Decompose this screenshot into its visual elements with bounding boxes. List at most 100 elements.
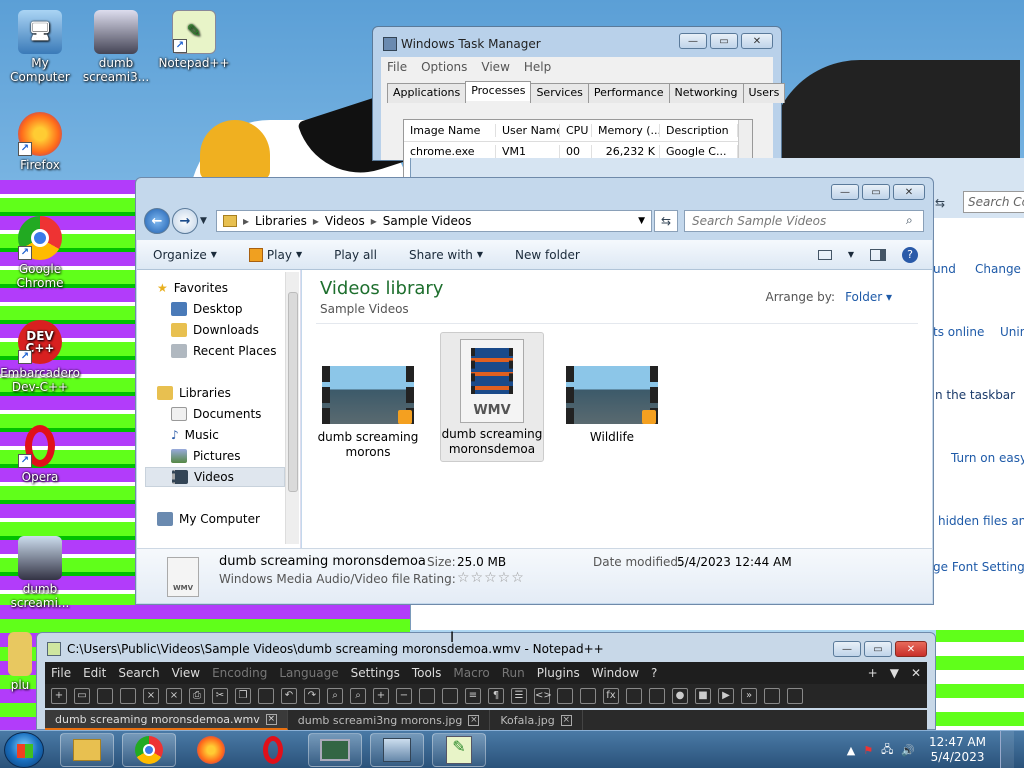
taskbar-explorer[interactable] [60, 733, 114, 767]
sync-horizontal-icon[interactable] [442, 688, 458, 704]
address-bar[interactable]: ▸ Libraries ▸ Videos ▸ Sample Videos ▼ [216, 210, 652, 232]
indent-guide-icon[interactable]: ☰ [511, 688, 527, 704]
column-cpu[interactable]: CPU [560, 124, 592, 137]
column-memory[interactable]: Memory (... [592, 124, 660, 137]
undo-icon[interactable]: ↶ [281, 688, 297, 704]
close-button[interactable]: ✕ [893, 184, 925, 200]
replace-icon[interactable]: ⌕ [350, 688, 366, 704]
explorer-window[interactable]: — ▭ ✕ ← → ▼ ▸ Libraries ▸ Videos ▸ Sampl… [135, 177, 934, 605]
column-image-name[interactable]: Image Name [404, 124, 496, 137]
maximize-button[interactable]: ▭ [864, 641, 892, 657]
desktop-icon-dumb-screami3[interactable]: dumb screami3... [76, 10, 156, 84]
tab-networking[interactable]: Networking [668, 83, 744, 103]
control-panel-link[interactable]: Turn on easy a [951, 451, 1024, 465]
save-all-icon[interactable] [120, 688, 136, 704]
file-item-selected[interactable]: WMV dumb screaming moronsdemoa [440, 332, 544, 462]
menu-plugins[interactable]: Plugins [531, 666, 586, 680]
menu-macro[interactable]: Macro [447, 666, 495, 680]
maximize-button[interactable]: ▭ [862, 184, 890, 200]
file-item[interactable]: Wildlife [560, 330, 664, 460]
column-description[interactable]: Description [660, 124, 738, 137]
chevron-down-icon[interactable]: ▼ [848, 250, 854, 259]
nav-libraries[interactable]: Libraries [157, 383, 305, 403]
menu-tools[interactable]: Tools [406, 666, 448, 680]
control-panel-link[interactable]: und [933, 262, 956, 276]
redo-icon[interactable]: ↷ [304, 688, 320, 704]
desktop-icon-google-chrome[interactable]: ↗ Google Chrome [0, 216, 80, 290]
menu-run[interactable]: Run [496, 666, 531, 680]
new-tab-button[interactable]: + [862, 666, 884, 680]
network-icon[interactable]: 🖧 [881, 741, 893, 760]
control-panel-link[interactable]: ts online [933, 325, 984, 339]
menu-view[interactable]: View [166, 666, 206, 680]
menu-search[interactable]: Search [112, 666, 165, 680]
show-hidden-icons-button[interactable]: ▲ [847, 744, 855, 757]
control-panel-link[interactable]: hidden files and [938, 514, 1024, 528]
nav-my-computer[interactable]: My Computer [157, 509, 305, 529]
show-all-chars-icon[interactable]: ¶ [488, 688, 504, 704]
desktop-icon-firefox[interactable]: ↗ Firefox [0, 112, 80, 172]
nav-favorites[interactable]: ★ Favorites [157, 278, 305, 298]
breadcrumb-sample-videos[interactable]: Sample Videos [383, 214, 472, 228]
desktop-icon-devcpp[interactable]: DEV C++ ↗ Embarcadero Dev-C++ [0, 320, 80, 394]
forward-button[interactable]: → [172, 208, 198, 234]
close-tab-icon[interactable]: × [265, 713, 277, 725]
menu-settings[interactable]: Settings [345, 666, 406, 680]
volume-icon[interactable]: 🔊 [901, 744, 915, 757]
save-macro-icon[interactable] [764, 688, 780, 704]
tab-applications[interactable]: Applications [387, 83, 467, 103]
close-file-icon[interactable]: × [143, 688, 159, 704]
record-macro-icon[interactable]: ● [672, 688, 688, 704]
view-options-icon[interactable] [817, 249, 832, 260]
minimize-button[interactable]: — [679, 33, 707, 49]
back-button[interactable]: ← [144, 208, 170, 234]
scrollbar-thumb[interactable] [288, 292, 298, 492]
document-map-icon[interactable] [557, 688, 573, 704]
tab-performance[interactable]: Performance [587, 83, 670, 103]
maximize-button[interactable]: ▭ [710, 33, 738, 49]
tab-processes[interactable]: Processes [465, 81, 532, 101]
preview-pane-icon[interactable] [870, 248, 886, 261]
zoom-in-icon[interactable]: + [373, 688, 389, 704]
function-list-icon[interactable]: fx [603, 688, 619, 704]
breadcrumb-videos[interactable]: Videos [325, 214, 365, 228]
help-icon[interactable]: ? [902, 246, 918, 263]
map-icon[interactable] [580, 688, 596, 704]
close-tab-icon[interactable]: × [468, 714, 480, 726]
tab-document[interactable]: dumb screaming moronsdemoa.wmv × [45, 710, 288, 730]
sync-vertical-icon[interactable] [419, 688, 435, 704]
tab-services[interactable]: Services [530, 83, 589, 103]
desktop-icon-notepadpp[interactable]: ✎ ↗ Notepad++ [154, 10, 234, 70]
spell-check-icon[interactable] [787, 688, 803, 704]
find-icon[interactable]: ⌕ [327, 688, 343, 704]
taskbar-notepadpp[interactable]: ✎ [432, 733, 486, 767]
nav-videos[interactable]: Videos [145, 467, 285, 487]
save-icon[interactable] [97, 688, 113, 704]
breadcrumb-libraries[interactable]: Libraries [255, 214, 307, 228]
taskbar-firefox[interactable] [184, 733, 238, 767]
close-button[interactable]: ✕ [741, 33, 773, 49]
column-user-name[interactable]: User Name [496, 124, 560, 137]
control-panel-link[interactable]: ge Font Settings [933, 560, 1024, 574]
menu-encoding[interactable]: Encoding [206, 666, 273, 680]
address-dropdown[interactable]: ▼ [638, 216, 645, 226]
desktop-icon-opera[interactable]: ↗ Opera [0, 424, 80, 484]
close-button[interactable]: ✕ [895, 641, 927, 657]
show-desktop-button[interactable] [1000, 731, 1014, 768]
cut-icon[interactable]: ✂ [212, 688, 228, 704]
tab-document[interactable]: Kofala.jpg × [490, 710, 583, 730]
menu-file[interactable]: File [387, 60, 407, 74]
arrange-folder-dropdown[interactable]: Folder ▾ [845, 290, 892, 304]
tab-users[interactable]: Users [742, 83, 786, 103]
file-item[interactable]: dumb screaming morons [316, 330, 420, 460]
control-panel-search-input[interactable]: Search Con [963, 191, 1024, 213]
task-manager-window[interactable]: Windows Task Manager — ▭ ✕ File Options … [372, 26, 786, 179]
play-macro-icon[interactable]: ▶ [718, 688, 734, 704]
menu-edit[interactable]: Edit [77, 666, 112, 680]
refresh-button[interactable]: ⇆ [654, 210, 678, 232]
rating-stars[interactable]: ☆☆☆☆☆ [457, 570, 525, 586]
tab-list-button[interactable]: ▼ [884, 666, 905, 680]
share-with-button[interactable]: Share with ▼ [393, 248, 499, 262]
new-folder-button[interactable]: New folder [499, 248, 596, 262]
close-all-icon[interactable]: × [166, 688, 182, 704]
